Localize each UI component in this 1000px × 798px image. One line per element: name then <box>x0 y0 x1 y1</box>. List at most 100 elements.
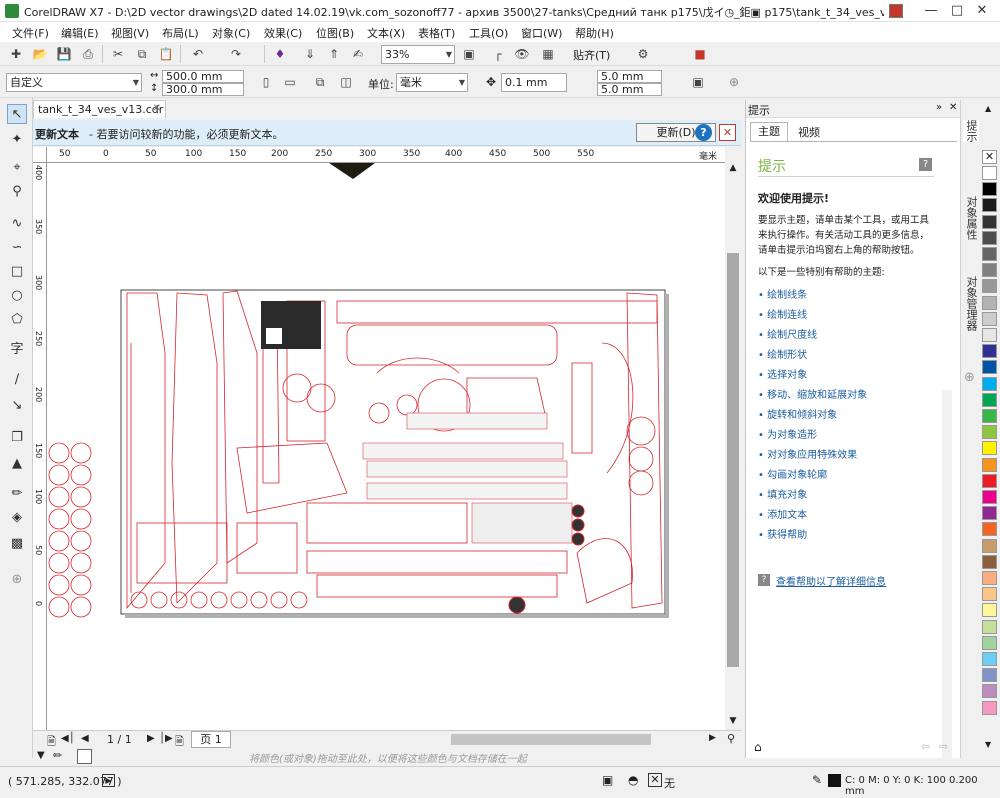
side-tab-object-manager[interactable]: 对象管理器 <box>963 276 979 331</box>
scroll-down-icon[interactable]: ▼ <box>726 716 740 730</box>
color-swatch[interactable] <box>982 247 997 261</box>
nudge-distance-input[interactable]: 0.1 mm <box>501 73 567 92</box>
smart-fill-icon[interactable]: ▩ <box>7 534 27 554</box>
docker-scrollbar[interactable] <box>942 390 952 758</box>
view-mode-icon[interactable]: 👁 <box>512 44 532 64</box>
color-swatch[interactable] <box>982 522 997 537</box>
color-swatch[interactable] <box>982 538 997 553</box>
color-swatch[interactable] <box>982 166 997 180</box>
portrait-icon[interactable]: ▯ <box>256 72 276 92</box>
topic-link[interactable]: 绘制形状 <box>758 346 807 361</box>
docker-close-icon[interactable]: ✕ <box>949 102 957 113</box>
color-swatch[interactable] <box>982 571 997 585</box>
full-screen-icon[interactable]: ▣ <box>459 44 479 64</box>
menu-tools[interactable]: 工具(O) <box>469 25 508 41</box>
color-swatch[interactable] <box>982 392 997 407</box>
color-swatch[interactable] <box>982 425 997 440</box>
interactive-fill-icon[interactable]: ◈ <box>7 508 27 528</box>
import-icon[interactable]: ⇓ <box>300 44 320 64</box>
options-icon[interactable]: ⚙ <box>633 44 653 64</box>
topic-link[interactable]: 绘制线条 <box>758 286 807 301</box>
menu-window[interactable]: 窗口(W) <box>521 25 562 41</box>
topic-link[interactable]: 绘制连线 <box>758 306 807 321</box>
color-swatch[interactable] <box>982 376 997 391</box>
menu-bitmap[interactable]: 位图(B) <box>316 25 354 41</box>
palette-scroll-up-icon[interactable]: ▲ <box>985 104 991 113</box>
color-swatch[interactable] <box>982 554 997 569</box>
docker-home-icon[interactable]: ⌂ <box>754 740 762 754</box>
shape-tool-icon[interactable]: ✦ <box>7 130 27 150</box>
menu-table[interactable]: 表格(T) <box>418 25 455 41</box>
color-swatch[interactable] <box>982 668 997 683</box>
search-content-icon[interactable]: ♦ <box>270 44 290 64</box>
color-swatch[interactable] <box>982 441 997 456</box>
no-color-swatch[interactable] <box>77 749 92 764</box>
color-swatch[interactable] <box>982 360 997 375</box>
topic-link[interactable]: 旋转和倾斜对象 <box>758 406 837 421</box>
drawing-canvas[interactable] <box>47 163 725 730</box>
color-swatch[interactable] <box>982 506 997 521</box>
topic-link[interactable]: 填充对象 <box>758 486 807 501</box>
artistic-media-icon[interactable]: ∽ <box>7 238 27 258</box>
color-swatch[interactable] <box>982 457 997 472</box>
show-rulers-icon[interactable]: ┌ <box>488 44 508 64</box>
new-document-icon[interactable]: ✚ <box>6 44 26 64</box>
landscape-icon[interactable]: ▭ <box>280 72 300 92</box>
menu-text[interactable]: 文本(X) <box>367 25 405 41</box>
color-swatch[interactable] <box>982 619 997 634</box>
previous-page-icon[interactable]: ◀ <box>81 733 89 744</box>
current-page-icon[interactable]: ◫ <box>336 72 356 92</box>
ruler-origin[interactable] <box>33 147 47 163</box>
vertical-scroll-thumb[interactable] <box>727 253 739 667</box>
topic-link[interactable]: 添加文本 <box>758 506 807 521</box>
document-tab[interactable]: tank_t_34_ves_v13.cdr ✕ <box>33 100 166 118</box>
hints-help-icon[interactable]: ? <box>919 158 932 171</box>
add-docker-icon[interactable]: ⊕ <box>964 370 975 385</box>
connector-tool-icon[interactable]: ↘ <box>7 396 27 416</box>
user-avatar-icon[interactable] <box>889 4 903 18</box>
color-swatch[interactable] <box>982 473 997 488</box>
grid-icon[interactable]: ▦ <box>538 44 558 64</box>
menu-effects[interactable]: 效果(C) <box>264 25 302 41</box>
side-tab-object-properties[interactable]: 对象属性 <box>963 196 979 240</box>
color-swatch[interactable] <box>982 279 997 294</box>
topic-link[interactable]: 勾画对象轮廓 <box>758 466 827 481</box>
color-swatch[interactable] <box>982 652 997 666</box>
tab-videos[interactable]: 视频 <box>790 124 828 142</box>
duplicate-y-input[interactable]: 5.0 mm <box>597 83 662 96</box>
topic-link[interactable]: 绘制尺度线 <box>758 326 817 341</box>
menu-layout[interactable]: 布局(L) <box>162 25 199 41</box>
add-tool-icon[interactable]: ⊕ <box>7 570 27 590</box>
docker-back-icon[interactable]: ⇦ <box>921 740 930 753</box>
crop-tool-icon[interactable]: ⌖ <box>7 158 27 178</box>
transparency-icon[interactable]: ▲ <box>7 454 27 474</box>
print-icon[interactable]: ⎙ <box>78 44 98 64</box>
ellipse-tool-icon[interactable]: ○ <box>7 286 27 306</box>
color-swatch[interactable] <box>982 700 997 715</box>
status-play-icon[interactable]: ▶ <box>102 774 115 787</box>
treat-as-filled-icon[interactable]: ▣ <box>688 72 708 92</box>
page-width-input[interactable]: 500.0 mm <box>162 70 244 83</box>
text-tool-icon[interactable]: 字 <box>7 340 27 360</box>
color-swatch[interactable] <box>982 490 997 504</box>
side-tab-hints[interactable]: 提示 <box>963 120 979 142</box>
vertical-scrollbar[interactable]: ▲ ▼ <box>725 163 741 730</box>
parallel-dimension-icon[interactable]: ∕ <box>7 370 27 390</box>
topic-link[interactable]: 选择对象 <box>758 366 807 381</box>
color-swatch[interactable] <box>982 603 997 618</box>
topic-link[interactable]: 对对象应用特殊效果 <box>758 446 857 461</box>
horizontal-ruler[interactable]: 50 0 50 100 150 200 250 300 350 400 450 … <box>47 147 725 163</box>
paste-icon[interactable]: 📋 <box>156 44 176 64</box>
menu-view[interactable]: 视图(V) <box>111 25 149 41</box>
color-swatch[interactable] <box>982 587 997 602</box>
color-swatch[interactable] <box>982 409 997 423</box>
color-swatch[interactable] <box>982 328 997 342</box>
scroll-up-icon[interactable]: ▲ <box>726 163 740 177</box>
close-document-icon[interactable]: ✕ <box>153 103 161 114</box>
docker-collapse-icon[interactable]: » <box>936 102 942 113</box>
color-swatch[interactable] <box>982 214 997 229</box>
cut-icon[interactable]: ✂ <box>108 44 128 64</box>
pick-tool-icon[interactable]: ↖ <box>7 104 27 124</box>
freehand-tool-icon[interactable]: ∿ <box>7 214 27 234</box>
close-infobar-icon[interactable]: ✕ <box>719 124 736 141</box>
